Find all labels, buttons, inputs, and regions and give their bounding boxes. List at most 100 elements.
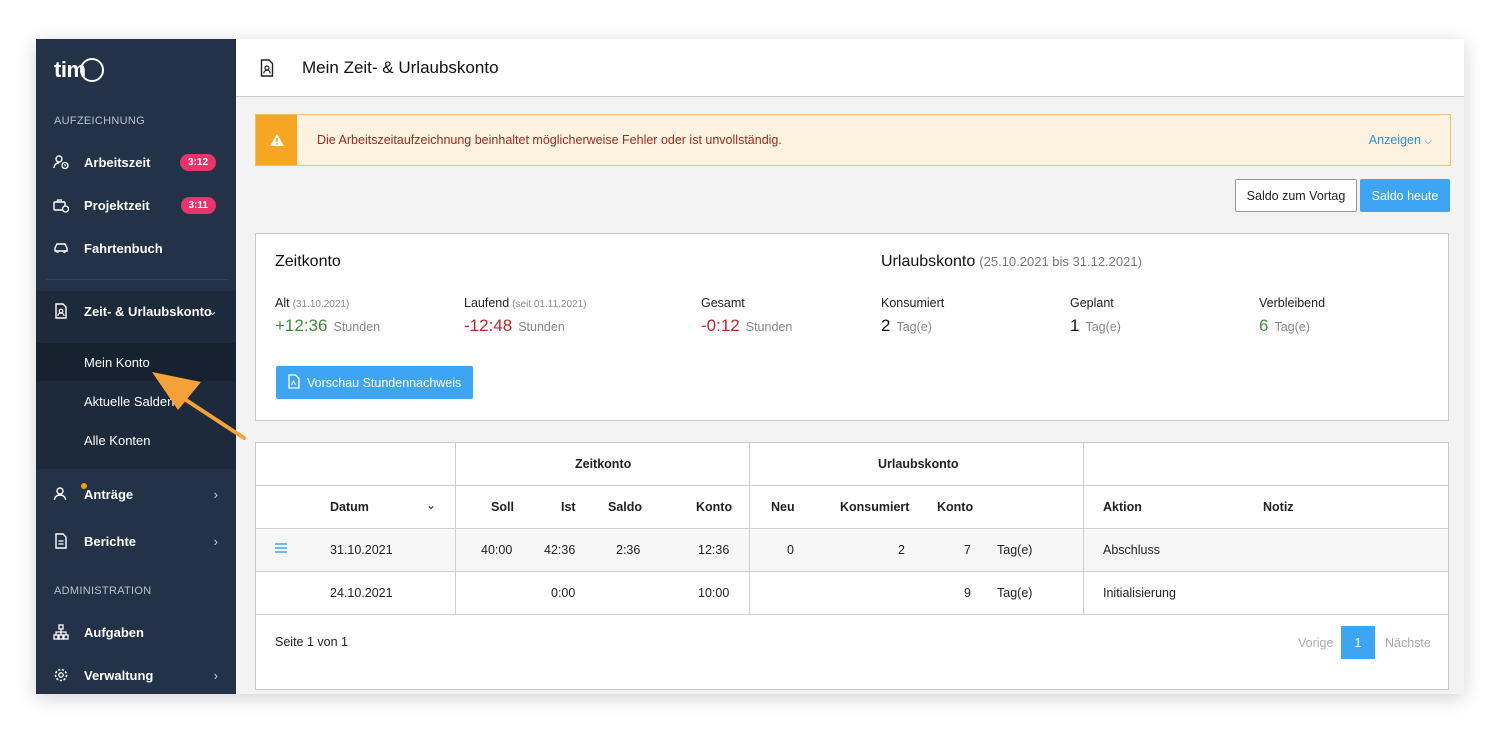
account-table: Zeitkonto Urlaubskonto Datum ⌄ Soll Ist … [255,442,1449,690]
cell-konsumiert: 2 [898,543,905,557]
sidebar-item-label: Verwaltung [84,667,154,683]
stat-value: +12:36 [275,316,328,335]
cell-saldo: 2:36 [616,543,641,557]
cell-konto: 12:36 [698,543,730,557]
group-header-urlaubskonto: Urlaubskonto [878,457,959,471]
cell-datum: 24.10.2021 [330,586,393,600]
stat-konsumiert: Konsumiert 2 Tag(e) [881,296,944,336]
stat-unit: Stunden [333,320,381,334]
urlaubskonto-title: Urlaubskonto (25.10.2021 bis 31.12.2021) [881,253,1142,271]
sidebar-subitem-label: Mein Konto [84,354,150,370]
sidebar-subitem-alle-konten[interactable]: Alle Konten [36,421,236,459]
sidebar: tim AUFZEICHNUNG Arbeitszeit 3:12 Projek… [36,39,236,694]
sidebar-item-label: Projektzeit [84,197,150,213]
column-header-saldo: Saldo [608,500,643,514]
cell-konto: 10:00 [698,586,730,600]
column-header-soll: Soll [491,500,514,514]
pagination-next[interactable]: Nächste [1385,636,1431,650]
table-divider [455,443,456,614]
table-divider [256,614,1448,615]
cell-ist: 42:36 [544,543,576,557]
cell-ist: 0:00 [551,586,576,600]
app-window: tim AUFZEICHNUNG Arbeitszeit 3:12 Projek… [36,39,1464,694]
cell-unit: Tag(e) [997,543,1033,557]
sidebar-item-zeit-urlaubskonto[interactable]: Zeit- & Urlaubskonto ⌄ [36,291,236,331]
table-divider [256,528,1448,529]
document-user-icon [260,59,274,80]
document-user-icon [53,303,69,319]
stat-gesamt: Gesamt -0:12 Stunden [701,296,792,336]
timer-badge: 3:12 [179,153,216,171]
warning-alert: Die Arbeitszeitaufzeichnung beinhaltet m… [255,114,1451,166]
page-header: Mein Zeit- & Urlaubskonto [236,39,1464,97]
preview-stundennachweis-button[interactable]: Vorschau Stundennachweis [276,366,473,399]
sidebar-item-label: Berichte [84,533,137,549]
group-header-zeitkonto: Zeitkonto [575,457,632,471]
account-summary-card: Zeitkonto Urlaubskonto (25.10.2021 bis 31… [255,233,1449,421]
column-header-ist: Ist [561,500,576,514]
cell-aktion: Abschluss [1103,543,1160,557]
timer-badge: 3:11 [180,196,216,214]
alert-show-link[interactable]: Anzeigen ⌵ [1369,133,1432,147]
saldo-heute-button[interactable]: Saldo heute [1360,179,1450,212]
car-icon [53,240,69,256]
gear-icon [53,667,69,683]
timr-logo[interactable]: tim [54,57,104,83]
report-icon [53,533,69,549]
urlaubskonto-range: (25.10.2021 bis 31.12.2021) [979,254,1142,269]
stat-verbleibend: Verbleibend 6 Tag(e) [1259,296,1325,336]
stat-geplant: Geplant 1 Tag(e) [1070,296,1121,336]
hierarchy-icon [53,624,69,640]
stat-value: 6 [1259,316,1269,335]
user-request-icon [53,483,87,502]
sidebar-divider [46,279,228,280]
sidebar-item-fahrtenbuch[interactable]: Fahrtenbuch [36,228,236,268]
sidebar-item-antraege[interactable]: Anträge › [36,474,236,514]
cell-aktion: Initialisierung [1103,586,1176,600]
stat-label: Geplant [1070,296,1114,310]
chevron-right-icon: › [213,533,218,549]
table-divider [256,571,1448,572]
cell-datum: 31.10.2021 [330,543,393,557]
stat-date: (31.10.2021) [292,299,350,310]
sidebar-item-label: Arbeitszeit [84,154,151,170]
column-header-konsumiert: Konsumiert [840,500,910,514]
chevron-right-icon: › [213,667,218,683]
row-menu-icon[interactable] [275,542,287,556]
sidebar-subitem-mein-konto[interactable]: Mein Konto [36,343,236,381]
alert-message: Die Arbeitszeitaufzeichnung beinhaltet m… [317,133,782,147]
sidebar-item-label: Aufgaben [84,624,144,640]
sidebar-item-projektzeit[interactable]: Projektzeit 3:11 [36,185,236,225]
pagination-prev[interactable]: Vorige [1298,636,1333,650]
row-highlight [256,530,1448,572]
column-header-notiz: Notiz [1263,500,1294,514]
sidebar-item-arbeitszeit[interactable]: Arbeitszeit 3:12 [36,142,236,182]
sidebar-subitem-aktuelle-salden[interactable]: Aktuelle Salden [36,382,236,420]
stat-laufend: Laufend (seit 01.11.2021) -12:48 Stunden [464,296,587,336]
cell-soll: 40:00 [481,543,513,557]
chevron-down-icon: ⌄ [207,303,218,318]
sidebar-item-berichte[interactable]: Berichte › [36,521,236,561]
saldo-vortag-button[interactable]: Saldo zum Vortag [1235,179,1357,212]
sidebar-subitem-label: Alle Konten [84,432,151,448]
urlaubskonto-title-text: Urlaubskonto [881,253,976,270]
section-label-administration: ADMINISTRATION [54,585,152,597]
table-divider [256,485,1448,486]
preview-button-label: Vorschau Stundennachweis [307,375,462,390]
stat-value: 2 [881,316,891,335]
zeitkonto-title: Zeitkonto [275,253,341,270]
sort-chevron-icon[interactable]: ⌄ [426,498,436,512]
pagination-page-1[interactable]: 1 [1341,626,1375,659]
sidebar-item-aufgaben[interactable]: Aufgaben [36,612,236,652]
stat-label: Alt [275,296,290,310]
column-header-urlaub-konto: Konto [937,500,974,514]
column-header-neu: Neu [771,500,795,514]
sidebar-item-verwaltung[interactable]: Verwaltung › [36,655,236,694]
user-clock-icon [53,154,69,170]
sidebar-subitem-label: Aktuelle Salden [84,393,175,409]
pagination-info: Seite 1 von 1 [275,635,348,649]
stat-label: Konsumiert [881,296,945,310]
column-header-datum[interactable]: Datum [330,500,369,514]
cell-unit: Tag(e) [997,586,1033,600]
sidebar-item-label: Fahrtenbuch [84,240,163,256]
